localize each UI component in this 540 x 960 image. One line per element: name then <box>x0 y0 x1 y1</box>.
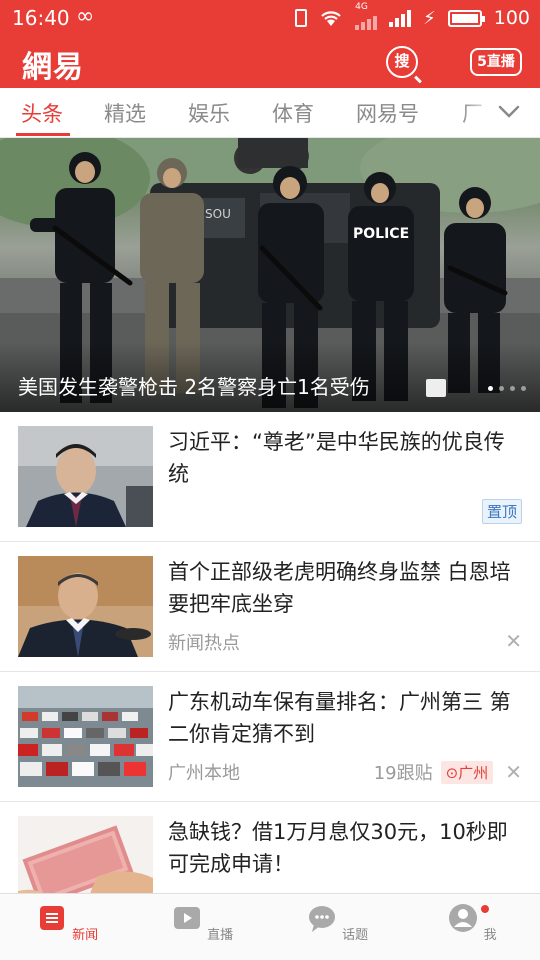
notification-dot <box>480 904 490 914</box>
news-source: 新闻热点 <box>168 633 240 654</box>
nav-news-label: 新闻 <box>72 928 99 943</box>
battery-icon <box>447 9 485 27</box>
nav-topics-label: 话题 <box>342 928 369 943</box>
tab-headline[interactable]: 头条 <box>21 98 63 128</box>
charging-icon: ⚡ <box>423 7 436 29</box>
location-pin-icon: ⊙ <box>445 763 459 782</box>
tab-sports[interactable]: 体育 <box>272 98 314 128</box>
nav-me[interactable]: 我 <box>432 902 512 943</box>
user-icon <box>449 904 478 932</box>
infinity-icon: ∞ <box>76 4 95 29</box>
battery-level: 100 <box>493 7 530 29</box>
close-icon[interactable]: ✕ <box>505 760 522 784</box>
nav-live[interactable]: 直播 <box>162 902 242 943</box>
tab-featured[interactable]: 精选 <box>104 98 146 128</box>
news-title: 习近平：“尊老”是中华民族的优良传统 <box>168 430 505 486</box>
location-badge: ⊙广州 <box>440 760 494 784</box>
comment-count: 19跟贴 <box>373 763 433 784</box>
chat-bubble-icon <box>308 906 335 932</box>
vehicle-text: SOU <box>205 207 231 221</box>
nav-news[interactable]: 新闻 <box>27 902 107 943</box>
active-tab-indicator <box>16 133 70 136</box>
status-bar: 16:40 ∞ 4G ⚡ 100 <box>0 0 540 36</box>
channel-tabs: 头条 精选 娱乐 体育 网易号 厂 <box>0 88 540 138</box>
chevron-down-icon[interactable] <box>498 100 520 122</box>
nav-live-label: 直播 <box>207 928 234 943</box>
tab-entertainment[interactable]: 娱乐 <box>188 98 230 128</box>
news-thumbnail <box>18 686 153 787</box>
pinned-badge: 置顶 <box>481 499 522 524</box>
police-vest-text: POLICE <box>353 226 409 242</box>
nav-topics[interactable]: 话题 <box>297 902 377 943</box>
hero-banner[interactable]: SOU POLICE 美国发生袭警枪击 2名警察身亡1名受伤 <box>0 138 540 412</box>
news-title: 广东机动车保有量排名：广州第三 第二你肯定猜不到 <box>168 690 511 746</box>
nav-me-label: 我 <box>483 928 497 943</box>
carousel-dot <box>510 386 515 391</box>
news-meta: 置顶 <box>481 499 522 524</box>
play-icon <box>173 907 200 929</box>
carousel-dot <box>499 386 504 391</box>
news-source: 广州本地 <box>168 763 240 784</box>
vibrate-icon <box>295 9 308 27</box>
news-item[interactable]: 广东机动车保有量排名：广州第三 第二你肯定猜不到 广州本地 19跟贴 ⊙广州 ✕ <box>0 672 540 802</box>
bottom-navigation: 新闻 直播 话题 我 <box>0 893 540 960</box>
news-thumbnail <box>18 426 153 527</box>
wifi-icon <box>321 11 341 26</box>
news-thumbnail <box>18 556 153 657</box>
search-button[interactable]: 搜 <box>386 46 418 78</box>
carousel-dot <box>488 386 493 391</box>
netease-logo: 網易 <box>22 50 84 85</box>
network-type: 4G <box>355 2 368 12</box>
news-meta: 19跟贴 ⊙广州 ✕ <box>374 759 522 785</box>
status-icons: 4G ⚡ 100 <box>295 2 530 30</box>
live-button[interactable]: 5直播 <box>470 48 522 76</box>
carousel-dots <box>488 386 526 391</box>
news-icon <box>39 906 64 930</box>
news-meta: ✕ <box>501 629 522 653</box>
signal-icon <box>389 9 412 27</box>
news-title: 急缺钱？借1万月息仅30元，10秒即可完成申请！ <box>168 820 508 876</box>
app-bar: 網易 搜 5直播 <box>0 36 540 88</box>
clock: 16:40 <box>12 6 70 30</box>
hero-caption: 美国发生袭警枪击 2名警察身亡1名受伤 <box>18 375 370 399</box>
gallery-icon <box>426 379 446 397</box>
mobile-data-icon: 4G <box>355 2 378 30</box>
news-title: 首个正部级老虎明确终身监禁 白恩培要把牢底坐穿 <box>168 560 511 616</box>
tab-netease-account[interactable]: 网易号 <box>356 98 419 128</box>
carousel-dot <box>521 386 526 391</box>
location-label: 广州 <box>458 763 489 782</box>
news-item[interactable]: 习近平：“尊老”是中华民族的优良传统 置顶 <box>0 412 540 542</box>
news-item[interactable]: 首个正部级老虎明确终身监禁 白恩培要把牢底坐穿 新闻热点 ✕ <box>0 542 540 672</box>
close-icon[interactable]: ✕ <box>505 629 522 653</box>
data-bars-icon <box>355 12 378 30</box>
